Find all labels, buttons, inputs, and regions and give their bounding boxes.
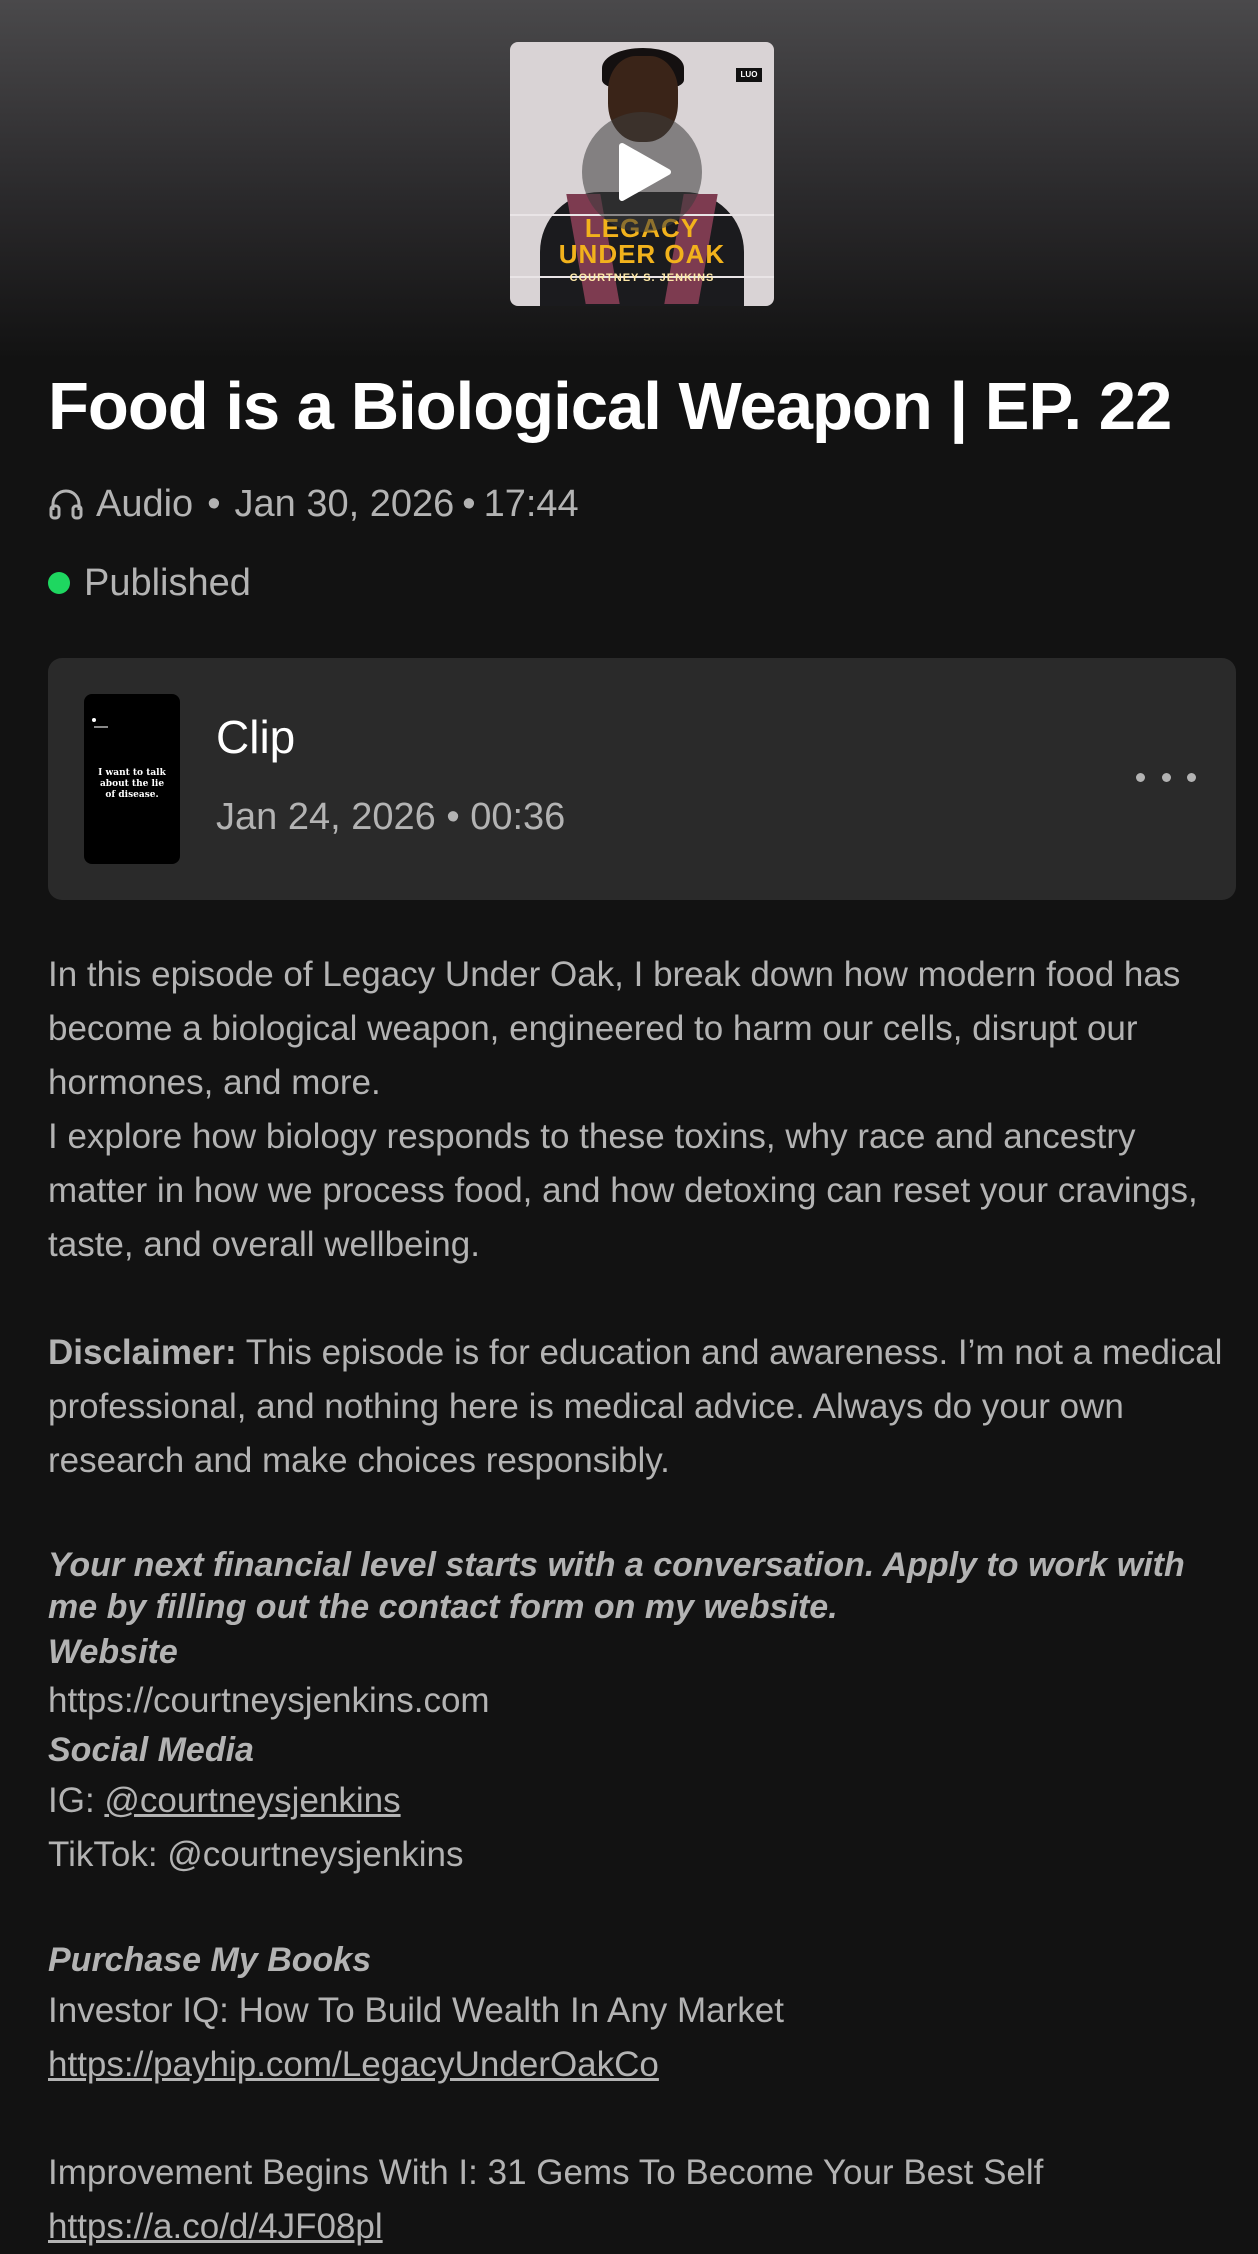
episode-type: Audio [96,482,194,525]
headphones-icon [49,489,83,520]
episode-title: Food is a Biological Weapon | EP. 22 [48,369,1172,444]
book1-title: Investor IQ: How To Build Wealth In Any … [48,1991,784,2030]
cover-author: COURTNEY S. JENKINS [569,272,715,284]
instagram-prefix: IG: [48,1781,105,1820]
clip-thumb-caption: I want to talk about the lie of disease. [98,768,166,800]
website-heading: Website [48,1633,178,1671]
clip-date: Jan 24, 2026 [216,796,436,838]
status-label: Published [84,561,251,604]
more-options-button[interactable] [1136,762,1196,792]
clip-thumb-mark [94,726,108,728]
cta-text: Your next financial level starts with a … [48,1546,1185,1626]
separator-dot: • [207,482,221,525]
more-dot-icon [1136,772,1145,782]
separator-dot: • [462,482,476,525]
separator-dot: • [446,796,471,838]
book2-title: Improvement Begins With I: 31 Gems To Be… [48,2153,1044,2192]
more-dot-icon [1187,772,1196,782]
description-paragraph: In this episode of Legacy Under Oak, I b… [48,955,1181,1102]
instagram-line: IG: @courtneysjenkins [48,1774,1238,1828]
disclaimer-label: Disclaimer: [48,1333,237,1372]
clip-duration: 00:36 [470,796,566,838]
episode-cover-art[interactable]: LUO LEGACY UNDER OAK COURTNEY S. JENKINS [510,42,774,306]
social-media-heading: Social Media [48,1731,254,1769]
cover-title-line2: UNDER OAK [558,239,726,269]
book2-link[interactable]: https://a.co/d/4JF08pl [48,2207,383,2246]
status-dot-icon [48,572,70,594]
play-icon [619,143,671,201]
instagram-link[interactable]: @courtneysjenkins [104,1781,400,1820]
clip-card[interactable]: I want to talk about the lie of disease.… [48,658,1236,900]
website-url: https://courtneysjenkins.com [48,1681,490,1720]
description-paragraph: I explore how biology responds to these … [48,1117,1198,1264]
clip-thumb-mark [92,718,96,722]
episode-meta: Audio • Jan 30, 2026 • 17:44 [48,480,579,528]
clip-title: Clip [216,711,296,763]
tiktok-line: TikTok: @courtneysjenkins [48,1835,464,1874]
disclaimer: Disclaimer: This episode is for educatio… [48,1326,1238,1488]
episode-duration: 17:44 [483,482,579,525]
episode-date: Jan 30, 2026 [234,482,455,525]
books-heading: Purchase My Books [48,1941,372,1979]
clip-meta: Jan 24, 2026 • 00:36 [216,796,565,839]
play-button[interactable] [582,112,702,232]
more-dot-icon [1161,772,1171,782]
cover-logo: LUO [736,68,762,82]
status-badge: Published [48,558,251,608]
clip-thumbnail: I want to talk about the lie of disease. [84,694,180,864]
episode-description: In this episode of Legacy Under Oak, I b… [48,948,1238,2254]
book1-link[interactable]: https://payhip.com/LegacyUnderOakCo [48,2045,659,2084]
